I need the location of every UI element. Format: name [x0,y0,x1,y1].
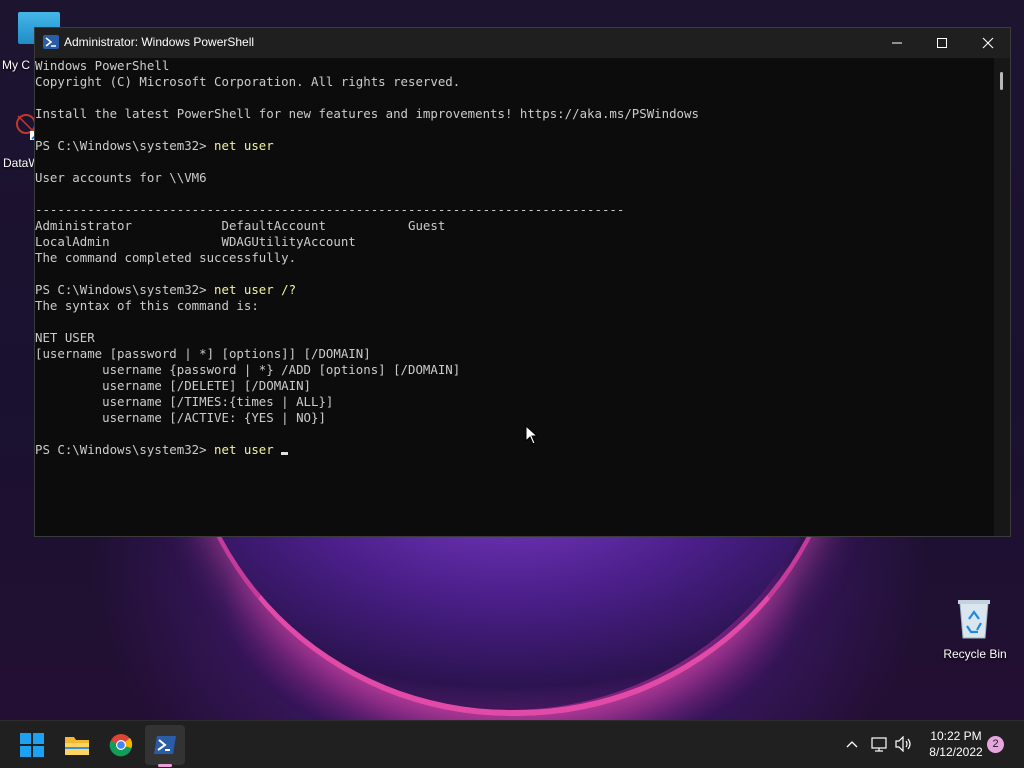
powershell-icon [154,736,176,754]
console-line: The syntax of this command is: [35,298,995,314]
recycle-bin-icon[interactable] [957,599,991,639]
console-line: username [/TIMES:{times | ALL}] [35,394,995,410]
show-hidden-icons-button[interactable] [841,733,863,755]
file-explorer-icon [65,737,89,755]
console-line: Install the latest PowerShell for new fe… [35,106,995,122]
powershell-window[interactable]: Administrator: Windows PowerShell Window… [34,27,1011,537]
console-command: net user [214,138,274,153]
console-line: PS C:\Windows\system32> net user /? [35,282,995,298]
console-text: username [/DELETE] [/DOMAIN] [35,378,312,393]
console-text: The syntax of this command is: [35,298,259,313]
console-text: [username [password | *] [options]] [/DO… [35,346,371,361]
console-line: PS C:\Windows\system32> net user [35,442,995,458]
console-prompt: PS C:\Windows\system32> [35,138,215,153]
console-line: ----------------------------------------… [35,202,995,218]
console-prompt: PS C:\Windows\system32> [35,282,215,297]
console-line: Windows PowerShell [35,58,995,74]
maximize-button[interactable] [919,28,965,58]
chrome-icon [109,734,133,757]
notification-badge[interactable]: 2 [987,736,1004,753]
console-text: Administrator DefaultAccount Guest [35,218,446,233]
console-prompt: PS C:\Windows\system32> [35,442,215,457]
console-text: NET USER [35,330,95,345]
file-explorer-button[interactable] [57,725,97,765]
console-text: User accounts for \\VM6 [35,170,207,185]
clock-date: 8/12/2022 [929,745,983,759]
scrollbar-thumb[interactable] [1000,72,1003,90]
window-title: Administrator: Windows PowerShell [64,35,255,49]
minimize-button[interactable] [874,28,920,58]
console-text: ----------------------------------------… [35,202,625,217]
active-app-indicator [158,764,172,767]
console-text: username [/TIMES:{times | ALL}] [35,394,334,409]
network-button[interactable] [869,733,891,755]
console-line: PS C:\Windows\system32> net user [35,138,995,154]
console-text: LocalAdmin WDAGUtilityAccount [35,234,356,249]
volume-button[interactable] [893,733,915,755]
mouse-pointer-icon [525,425,539,445]
start-icon [20,733,44,757]
taskbar: 10:22 PM 8/12/2022 2 [0,720,1024,768]
console-line: Administrator DefaultAccount Guest [35,218,995,234]
window-titlebar[interactable]: Administrator: Windows PowerShell [35,28,1010,58]
chevron-up-icon [846,741,858,748]
console-line: NET USER [35,330,995,346]
console-line: LocalAdmin WDAGUtilityAccount [35,234,995,250]
console-line: username [/DELETE] [/DOMAIN] [35,378,995,394]
console-line: username [/ACTIVE: {YES | NO}] [35,410,995,426]
clock-time: 10:22 PM [930,729,982,743]
network-icon [871,737,887,752]
speaker-icon [895,736,911,752]
console-line: The command completed successfully. [35,250,995,266]
console-line: [username [password | *] [options]] [/DO… [35,346,995,362]
close-button[interactable] [965,28,1011,58]
console-text: username [/ACTIVE: {YES | NO}] [35,410,326,425]
console-line: username {password | *} /ADD [options] [… [35,362,995,378]
console-command: net user [214,442,282,457]
console-text: Windows PowerShell [35,58,170,73]
console-line: Copyright (C) Microsoft Corporation. All… [35,74,995,90]
console-command: net user /? [214,282,297,297]
console-output[interactable]: Windows PowerShell Copyright (C) Microsof… [35,58,995,536]
text-cursor [281,452,289,455]
desktop-icon-recycle-bin[interactable]: Recycle Bin [940,647,1010,661]
console-text: The command completed successfully. [35,250,297,265]
console-text: Install the latest PowerShell for new fe… [35,106,699,121]
powershell-icon [43,35,59,49]
powershell-taskbar-button[interactable] [145,725,185,765]
minimize-icon [892,42,902,44]
vertical-scrollbar[interactable] [994,58,1010,536]
desktop-icon-label: My C [2,58,30,72]
console-text: username {password | *} /ADD [options] [… [35,362,461,377]
close-icon [982,37,994,49]
maximize-icon [937,38,947,48]
chrome-button[interactable] [101,725,141,765]
console-line: User accounts for \\VM6 [35,170,995,186]
desktop-icon-label: Recycle Bin [943,647,1007,661]
taskbar-clock[interactable]: 10:22 PM 8/12/2022 [918,728,994,760]
console-text: Copyright (C) Microsoft Corporation. All… [35,74,461,89]
start-button[interactable] [12,725,52,765]
